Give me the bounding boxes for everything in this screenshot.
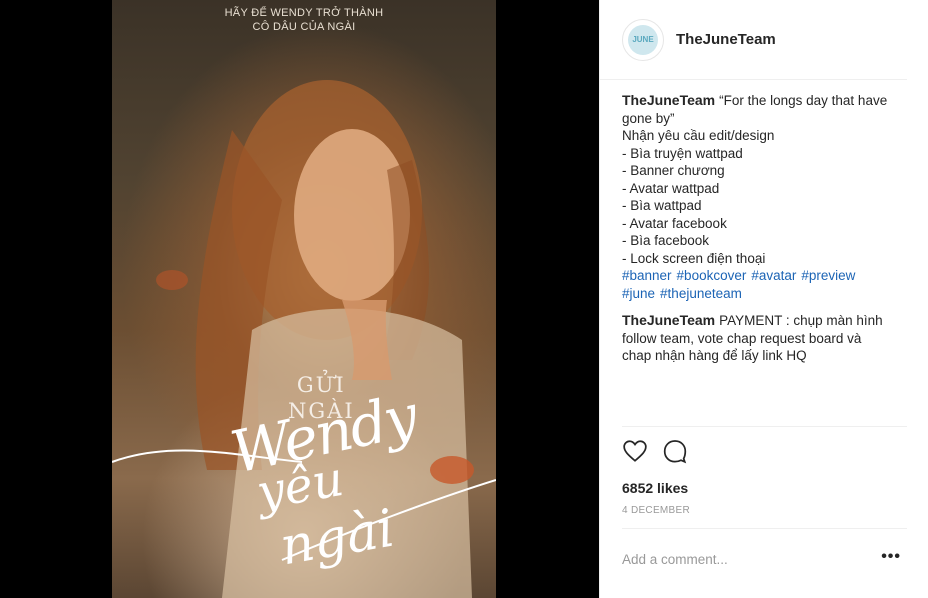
divider [622, 528, 907, 529]
comment-input[interactable]: Add a comment... [622, 552, 728, 567]
divider [622, 426, 907, 427]
hashtag[interactable]: #june [622, 286, 655, 301]
comment-text: “For the longs day that have gone by” Nh… [622, 93, 888, 266]
hashtag[interactable]: #banner [622, 268, 672, 283]
hashtag[interactable]: #avatar [751, 268, 796, 283]
poster-tagline-line1: HÃY ĐỂ WENDY TRỞ THÀNH [224, 7, 384, 19]
post-media[interactable]: HÃY ĐỂ WENDY TRỞ THÀNH CÔ DÂU CỦA NGÀI G… [0, 0, 599, 598]
hashtag[interactable]: #preview [801, 268, 855, 283]
comment-payment: TheJuneTeam PAYMENT : chụp màn hình follo… [622, 312, 892, 365]
comment-icon[interactable] [662, 438, 688, 469]
header-username[interactable]: TheJuneTeam [676, 31, 776, 48]
poster-tagline-line2: CÔ DÂU CỦA NGÀI [252, 21, 356, 33]
comments-list: TheJuneTeam “For the longs day that have … [622, 92, 892, 375]
avatar[interactable]: JUNE [622, 18, 664, 61]
post-date[interactable]: 4 DECEMBER [622, 505, 690, 516]
avatar-logo: JUNE [628, 24, 658, 55]
action-bar [622, 438, 688, 469]
more-options-button[interactable]: ••• [881, 548, 901, 566]
comment-username[interactable]: TheJuneTeam [622, 92, 715, 108]
likes-count[interactable]: 6852 likes [622, 480, 688, 496]
comment-caption: TheJuneTeam “For the longs day that have … [622, 92, 892, 302]
post-header: JUNE TheJuneTeam [600, 0, 907, 80]
post-side-panel: JUNE TheJuneTeam TheJuneTeam “For the lon… [599, 0, 928, 598]
comment-username[interactable]: TheJuneTeam [622, 312, 715, 328]
hashtag[interactable]: #thejuneteam [660, 286, 742, 301]
poster-image: HÃY ĐỂ WENDY TRỞ THÀNH CÔ DÂU CỦA NGÀI G… [112, 0, 496, 598]
poster-tagline: HÃY ĐỂ WENDY TRỞ THÀNH CÔ DÂU CỦA NGÀI [112, 6, 496, 34]
hashtag[interactable]: #bookcover [677, 268, 747, 283]
heart-icon[interactable] [622, 438, 648, 469]
